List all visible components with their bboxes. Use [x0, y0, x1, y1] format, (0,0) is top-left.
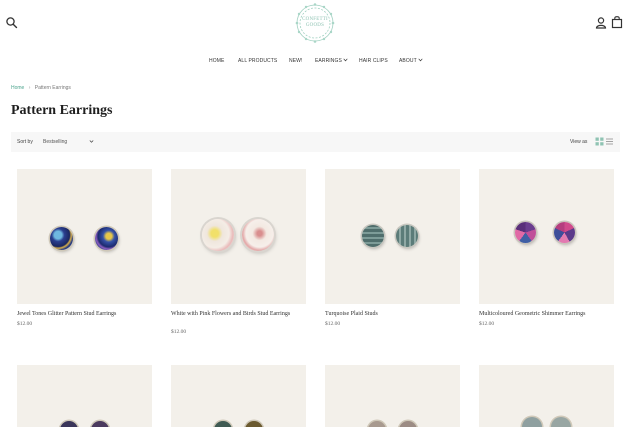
- earring-stud: [522, 417, 542, 427]
- earring-stud: [368, 421, 386, 427]
- list-view-icon[interactable]: [605, 137, 614, 146]
- nav-item-about[interactable]: ABOUT: [399, 58, 423, 64]
- main-nav: HOME ALL PRODUCTS NEW! EARRINGS HAIR CLI…: [0, 56, 642, 66]
- breadcrumb-current: Pattern Earrings: [34, 85, 71, 91]
- user-icon[interactable]: [594, 16, 608, 30]
- product-title[interactable]: Jewel Tones Glitter Pattern Stud Earring…: [17, 310, 142, 318]
- site-header: CONFETTI GOODS: [0, 0, 642, 48]
- sort-select[interactable]: Bestselling: [41, 136, 97, 148]
- site-logo[interactable]: CONFETTI GOODS: [292, 2, 338, 44]
- sort-value: Bestselling: [43, 139, 68, 145]
- earring-stud: [50, 227, 73, 250]
- product-card[interactable]: [325, 365, 460, 427]
- logo-text: CONFETTI GOODS: [302, 17, 328, 28]
- breadcrumb: Home › Pattern Earrings: [11, 85, 71, 91]
- earring-stud: [91, 421, 109, 427]
- chevron-right-icon: ›: [28, 85, 31, 91]
- product-image[interactable]: [325, 169, 460, 304]
- product-card[interactable]: Turquoise Plaid Studs $12.00: [325, 169, 460, 327]
- product-image[interactable]: [479, 365, 614, 427]
- earring-stud: [242, 219, 274, 251]
- product-card[interactable]: [479, 365, 614, 427]
- product-image[interactable]: [171, 365, 306, 427]
- view-as-label: View as: [570, 139, 588, 145]
- earring-stud: [551, 417, 571, 427]
- nav-item-new[interactable]: NEW!: [289, 58, 302, 64]
- earring-stud: [60, 421, 78, 427]
- sort-label: Sort by: [17, 139, 33, 145]
- breadcrumb-home-link[interactable]: Home: [11, 85, 24, 91]
- product-price: $12.00: [325, 321, 341, 327]
- earring-stud: [95, 227, 118, 250]
- nav-item-home[interactable]: HOME: [209, 58, 224, 64]
- earring-stud: [202, 219, 234, 251]
- earring-stud: [554, 222, 575, 243]
- product-title[interactable]: Turquoise Plaid Studs: [325, 310, 450, 318]
- product-price: $12.00: [171, 329, 187, 335]
- nav-item-all-products[interactable]: ALL PRODUCTS: [238, 58, 277, 64]
- product-image[interactable]: [17, 169, 152, 304]
- chevron-down-icon: [89, 140, 94, 143]
- search-icon[interactable]: [5, 16, 19, 30]
- nav-item-earrings[interactable]: EARRINGS: [315, 58, 348, 64]
- product-title[interactable]: Multicoloured Geometric Shimmer Earrings: [479, 310, 604, 318]
- product-image[interactable]: [17, 365, 152, 427]
- product-title[interactable]: White with Pink Flowers and Birds Stud E…: [171, 310, 296, 318]
- product-card[interactable]: [17, 365, 152, 427]
- product-card[interactable]: White with Pink Flowers and Birds Stud E…: [171, 169, 306, 335]
- earring-stud: [245, 421, 263, 427]
- product-image[interactable]: [479, 169, 614, 304]
- earring-stud: [515, 222, 536, 243]
- grid-view-icon[interactable]: [595, 137, 604, 146]
- product-card[interactable]: Jewel Tones Glitter Pattern Stud Earring…: [17, 169, 152, 327]
- earring-stud: [399, 421, 417, 427]
- earring-stud: [214, 421, 232, 427]
- product-card[interactable]: Multicoloured Geometric Shimmer Earrings…: [479, 169, 614, 327]
- shopping-bag-icon[interactable]: [610, 15, 624, 29]
- chevron-down-icon: [418, 58, 423, 62]
- nav-item-hair-clips[interactable]: HAIR CLIPS: [359, 58, 388, 64]
- product-image[interactable]: [325, 365, 460, 427]
- chevron-down-icon: [343, 58, 348, 62]
- collection-toolbar: Sort by Bestselling View as: [11, 132, 620, 152]
- product-image[interactable]: [171, 169, 306, 304]
- product-card[interactable]: [171, 365, 306, 427]
- earring-stud: [396, 225, 418, 247]
- product-price: $12.00: [479, 321, 495, 327]
- earring-stud: [362, 225, 384, 247]
- product-price: $12.00: [17, 321, 33, 327]
- page-title: Pattern Earrings: [11, 103, 113, 118]
